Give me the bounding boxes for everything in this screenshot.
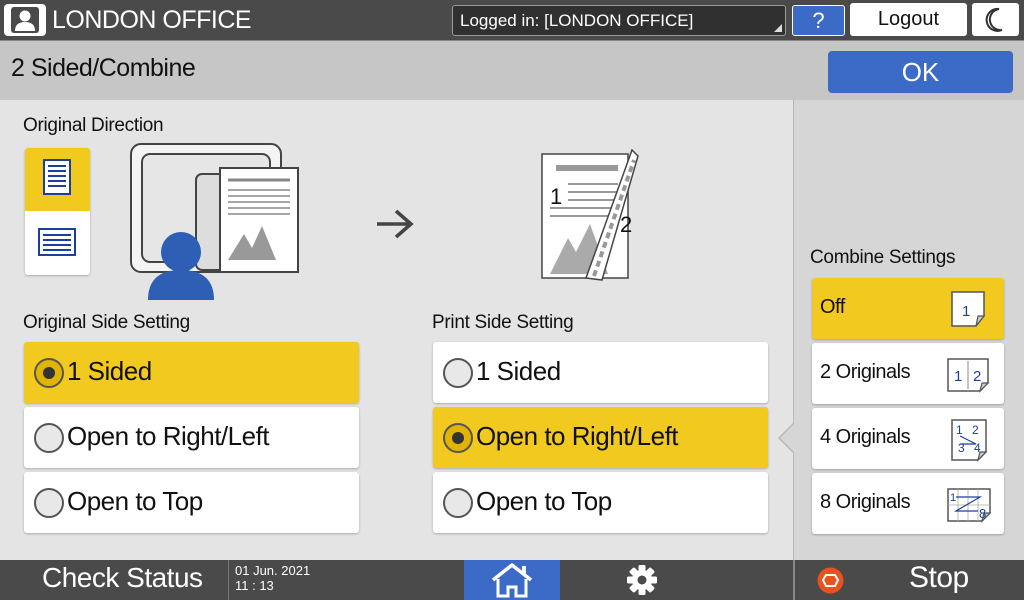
combine-off-icon: 1 (951, 291, 986, 327)
option-label: Open to Top (476, 486, 612, 516)
combine-option-label: 4 Originals (820, 426, 911, 448)
original-direction-label: Original Direction (23, 115, 164, 136)
main-panel: Original Direction 1 2 Original Side Set… (0, 100, 793, 560)
office-title: LONDON OFFICE (52, 6, 252, 34)
expand-corner-icon (774, 24, 782, 32)
original-direction-selector (25, 148, 90, 275)
combine-8-originals-button[interactable]: 8 Originals 1 8 (812, 473, 1004, 534)
original-side-open-top[interactable]: Open to Top (24, 472, 359, 533)
print-side-open-right-left[interactable]: Open to Right/Left (433, 407, 768, 468)
option-label: Open to Top (67, 486, 203, 516)
login-status-field[interactable]: Logged in: [LONDON OFFICE] (452, 5, 786, 36)
help-button[interactable]: ? (792, 5, 845, 36)
portrait-orientation-icon (43, 159, 71, 195)
combine-off-button[interactable]: Off 1 (812, 278, 1004, 339)
gear-icon (627, 565, 657, 595)
combine-option-label: 2 Originals (820, 361, 911, 383)
check-status-button[interactable]: Check Status (42, 562, 203, 594)
original-side-1-sided[interactable]: 1 Sided (24, 342, 359, 403)
svg-text:1: 1 (954, 368, 962, 385)
combine-settings-panel: Combine Settings Off 1 2 Originals 1 2 4… (778, 100, 1024, 560)
radio-button (443, 358, 473, 388)
svg-text:2: 2 (973, 368, 981, 385)
top-bar: LONDON OFFICE Logged in: [LONDON OFFICE]… (0, 0, 1024, 40)
landscape-orientation-icon (38, 228, 76, 256)
stop-button[interactable]: Stop (793, 560, 1024, 600)
title-bar: 2 Sided/Combine OK (0, 40, 1024, 100)
option-label: Open to Right/Left (67, 421, 270, 451)
combine-2-originals-button[interactable]: 2 Originals 1 2 (812, 343, 1004, 404)
divider (228, 560, 229, 600)
date-time-display: 01 Jun. 2021 11 : 13 (235, 563, 310, 593)
arrow-right-icon (377, 209, 414, 239)
option-label: 1 Sided (67, 356, 152, 386)
radio-selected-dot (43, 367, 55, 379)
preview-page-1: 1 (550, 184, 562, 209)
time-text: 11 : 13 (235, 578, 274, 593)
svg-text:1: 1 (962, 303, 970, 320)
energy-saver-button[interactable] (972, 3, 1019, 36)
settings-button[interactable] (612, 560, 672, 600)
direction-landscape-button[interactable] (25, 212, 90, 275)
bottom-bar: Check Status 01 Jun. 2021 11 : 13 Stop (0, 560, 1024, 600)
combine-8-in-1-icon: 1 8 (947, 488, 992, 523)
radio-button (34, 488, 64, 518)
combine-option-label: 8 Originals (820, 491, 911, 513)
combine-4-originals-button[interactable]: 4 Originals 1 2 3 4 (812, 408, 1004, 469)
svg-text:2: 2 (972, 423, 979, 437)
combine-2-in-1-icon: 1 2 (947, 358, 990, 393)
svg-text:8: 8 (979, 506, 986, 521)
combine-4-in-1-icon: 1 2 3 4 (951, 419, 988, 462)
direction-portrait-button[interactable] (25, 148, 90, 211)
home-button[interactable] (464, 560, 560, 600)
radio-button (443, 423, 473, 453)
radio-button (34, 358, 64, 388)
print-side-1-sided[interactable]: 1 Sided (433, 342, 768, 403)
stop-icon (817, 567, 844, 594)
radio-selected-dot (452, 432, 464, 444)
svg-text:1: 1 (956, 423, 963, 437)
combine-option-label: Off (820, 296, 845, 318)
radio-button (34, 423, 64, 453)
moon-icon (985, 7, 1003, 32)
stop-label: Stop (909, 561, 969, 594)
option-label: Open to Right/Left (476, 421, 679, 451)
print-side-setting-label: Print Side Setting (432, 312, 574, 333)
logout-button[interactable]: Logout (850, 3, 967, 36)
ok-button[interactable]: OK (828, 51, 1013, 93)
print-side-open-top[interactable]: Open to Top (433, 472, 768, 533)
original-side-open-right-left[interactable]: Open to Right/Left (24, 407, 359, 468)
user-icon[interactable] (4, 4, 46, 36)
original-side-setting-label: Original Side Setting (23, 312, 190, 333)
date-text: 01 Jun. 2021 (235, 563, 311, 578)
radio-button (443, 488, 473, 518)
preview-page-2: 2 (620, 212, 633, 237)
scanner-user-illustration (130, 143, 299, 300)
svg-text:3: 3 (958, 441, 965, 455)
page-title: 2 Sided/Combine (11, 54, 196, 82)
combine-settings-label: Combine Settings (810, 247, 956, 268)
option-label: 1 Sided (476, 356, 561, 386)
login-status-text: Logged in: [LONDON OFFICE] (460, 11, 694, 30)
home-icon (491, 563, 533, 598)
svg-text:1: 1 (950, 492, 956, 504)
